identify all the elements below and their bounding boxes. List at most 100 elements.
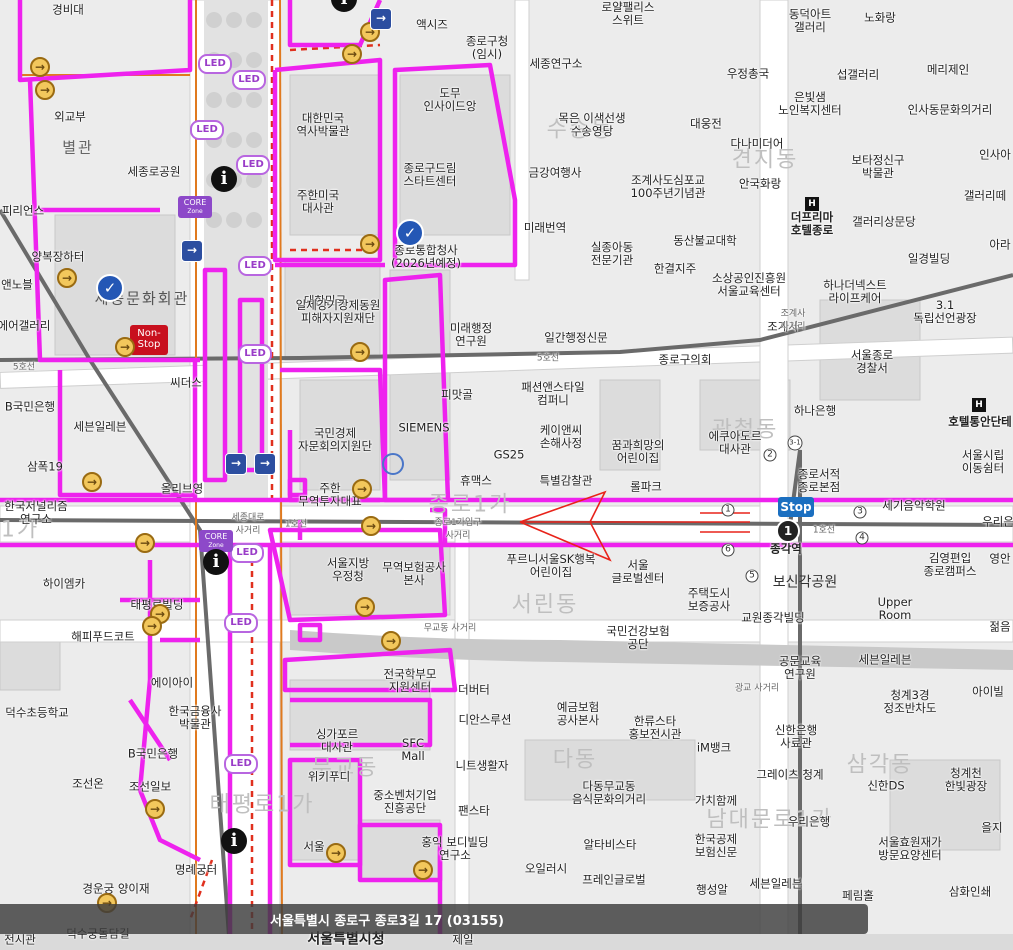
- place-label[interactable]: 일간행정신문: [544, 331, 607, 345]
- place-label[interactable]: 제일: [452, 933, 473, 947]
- entrance-icon[interactable]: →: [413, 860, 433, 880]
- place-label[interactable]: 피맛골: [441, 388, 473, 402]
- place-label[interactable]: 미래행정 연구원: [450, 322, 492, 348]
- place-label[interactable]: 양복장하터: [32, 250, 85, 264]
- place-label[interactable]: 종로구드림 스타트센터: [404, 162, 457, 188]
- exit-icon[interactable]: →: [225, 453, 247, 475]
- place-label[interactable]: 세종연구소: [530, 57, 583, 71]
- core-zone-marker[interactable]: CORE Zone: [178, 196, 212, 218]
- place-label[interactable]: 다나미더어: [731, 137, 784, 151]
- place-label[interactable]: 페림홀: [842, 889, 874, 903]
- place-label[interactable]: 금강여행사: [529, 166, 582, 180]
- place-label[interactable]: 중소벤처기업 진흥공단: [373, 789, 436, 815]
- entrance-icon[interactable]: →: [342, 44, 362, 64]
- place-label[interactable]: 대한민국 역사박물관: [297, 112, 350, 138]
- place-label[interactable]: 한결지주: [654, 262, 696, 276]
- place-label[interactable]: 니트생활자: [456, 759, 509, 773]
- place-label[interactable]: 서울 글로벌센터: [612, 559, 665, 585]
- place-label[interactable]: 우리은: [982, 515, 1013, 529]
- place-label[interactable]: 동덕아트 갤러리: [789, 8, 831, 34]
- place-label[interactable]: 보신각공원: [773, 576, 837, 590]
- led-marker[interactable]: LED: [230, 543, 264, 563]
- place-label[interactable]: 경운궁 양이재: [82, 882, 149, 896]
- place-label[interactable]: 공문교육 연구원: [779, 655, 821, 681]
- place-label[interactable]: 패션앤스타일 컴퍼니: [521, 381, 584, 407]
- entrance-icon[interactable]: →: [30, 57, 50, 77]
- place-label[interactable]: 삼화인쇄: [949, 885, 991, 899]
- place-label[interactable]: 호텔통안단테: [948, 415, 1011, 429]
- place-label[interactable]: 실종아동 전문기관: [591, 241, 633, 267]
- place-label[interactable]: 디안스루션: [459, 713, 512, 727]
- place-label[interactable]: 국민경제 자문회의지원단: [298, 427, 372, 453]
- place-label[interactable]: 청계3경 정조반차도: [884, 689, 937, 715]
- place-label[interactable]: 세븐일레븐: [74, 420, 127, 434]
- station-label[interactable]: 종각역: [770, 542, 802, 556]
- info-icon[interactable]: i: [203, 549, 229, 575]
- place-label[interactable]: 꿈과희망의 어린이집: [612, 439, 665, 465]
- place-label[interactable]: 한국저널리즘 연구소: [4, 500, 67, 526]
- entrance-icon[interactable]: →: [360, 234, 380, 254]
- place-label[interactable]: 노화랑: [864, 11, 896, 25]
- led-marker[interactable]: LED: [232, 70, 266, 90]
- place-label[interactable]: 일경빌딩: [908, 252, 950, 266]
- entrance-icon[interactable]: →: [57, 268, 77, 288]
- place-label[interactable]: 에이아이: [151, 676, 193, 690]
- place-label[interactable]: 3.1 독립선언광장: [913, 299, 976, 325]
- place-label[interactable]: 앤노블: [1, 278, 33, 292]
- place-label[interactable]: 전국학부모 지원센터: [384, 668, 437, 694]
- place-label[interactable]: 인사아: [979, 148, 1011, 162]
- place-label[interactable]: 경비대: [52, 3, 84, 17]
- place-label[interactable]: 아이빌: [972, 685, 1004, 699]
- place-label[interactable]: 액시즈: [416, 18, 448, 32]
- place-label[interactable]: 알타비스타: [584, 838, 637, 852]
- entrance-icon[interactable]: →: [352, 479, 372, 499]
- place-label[interactable]: SIEMENS: [398, 421, 449, 435]
- info-icon[interactable]: i: [211, 166, 237, 192]
- place-label[interactable]: 오일러시: [525, 862, 567, 876]
- info-icon[interactable]: i: [221, 828, 247, 854]
- place-label[interactable]: Upper Room: [878, 596, 913, 622]
- place-label[interactable]: 도무 인사이드앙: [424, 87, 477, 113]
- place-label[interactable]: 그레이츠 청계: [756, 768, 823, 782]
- place-label[interactable]: 프레인글로벌: [582, 873, 645, 887]
- place-label[interactable]: 한국공제 보험신문: [695, 833, 737, 859]
- place-label[interactable]: GS25: [494, 448, 525, 462]
- entrance-icon[interactable]: →: [145, 799, 165, 819]
- place-label[interactable]: 을지: [981, 821, 1002, 835]
- place-label[interactable]: 로얄팰리스 스위트: [602, 1, 655, 27]
- entrance-icon[interactable]: →: [350, 342, 370, 362]
- place-label[interactable]: 신한DS: [867, 779, 904, 793]
- place-label[interactable]: 조선일보: [129, 780, 171, 794]
- place-label[interactable]: 세븐일레븐: [750, 877, 803, 891]
- place-label[interactable]: 주한미국 대사관: [297, 189, 339, 215]
- place-label[interactable]: 피리언스: [2, 204, 44, 218]
- place-label[interactable]: 종로구청 (임시): [466, 35, 508, 61]
- place-label[interactable]: 하이엠카: [43, 577, 85, 591]
- place-label[interactable]: 더버터: [458, 683, 490, 697]
- place-label[interactable]: 갤러리상문당: [852, 215, 915, 229]
- place-label[interactable]: 대웅전: [690, 117, 722, 131]
- place-label[interactable]: 미래번역: [524, 221, 566, 235]
- place-label[interactable]: 세종로공원: [128, 165, 181, 179]
- place-label[interactable]: 에쿠아도르 대사관: [709, 430, 762, 456]
- place-label[interactable]: 섭갤러리: [837, 68, 879, 82]
- entrance-icon[interactable]: →: [135, 533, 155, 553]
- entrance-icon[interactable]: →: [115, 337, 135, 357]
- place-label[interactable]: 전시관: [4, 933, 36, 947]
- exit-icon[interactable]: →: [181, 240, 203, 262]
- led-marker[interactable]: LED: [238, 344, 272, 364]
- stop-marker[interactable]: Stop: [778, 497, 814, 517]
- place-label[interactable]: 종로서적 종로본점: [798, 468, 840, 494]
- place-label[interactable]: 소상공인진흥원 서울교육센터: [712, 272, 786, 298]
- place-label[interactable]: 케이앤씨 손해사정: [540, 424, 582, 450]
- place-label[interactable]: SFC Mall: [401, 737, 424, 763]
- place-label[interactable]: 조선온: [72, 777, 104, 791]
- hotel-icon[interactable]: H: [805, 197, 819, 211]
- place-label[interactable]: 한국금융사 박물관: [169, 705, 222, 731]
- entrance-icon[interactable]: →: [35, 80, 55, 100]
- place-label[interactable]: 예금보험 공사본사: [557, 701, 599, 727]
- place-label[interactable]: 조계사도심포교 100주년기념관: [631, 174, 706, 200]
- place-label[interactable]: 삼폭19: [27, 460, 63, 474]
- checkmark-icon[interactable]: ✓: [96, 274, 124, 302]
- place-label[interactable]: 종로통합청사 (2026년예정): [391, 244, 461, 270]
